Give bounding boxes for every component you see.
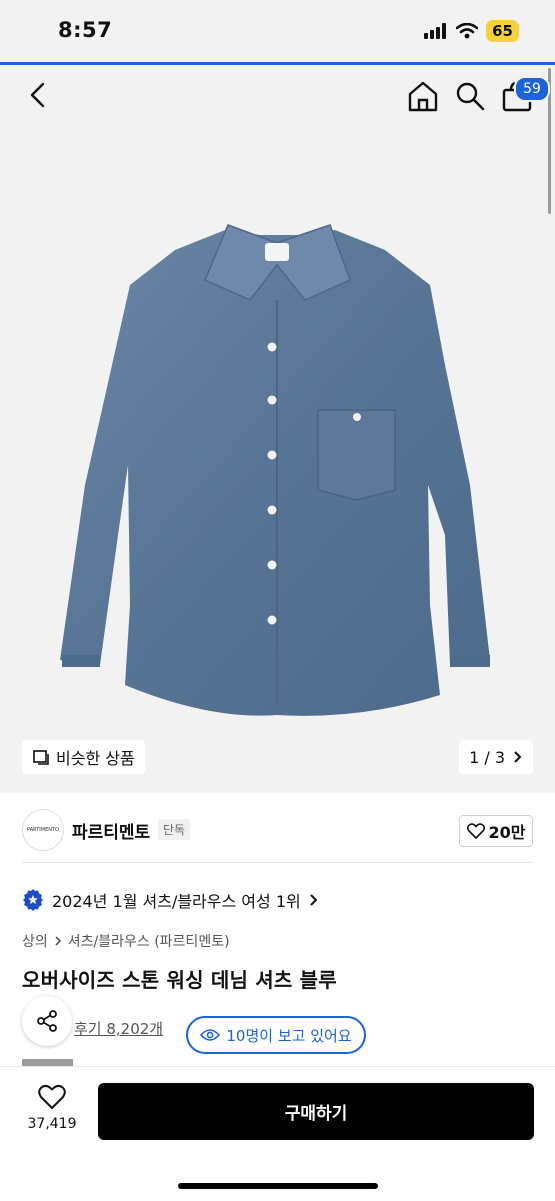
brand-logo[interactable]: PARTIMENTO xyxy=(22,809,64,851)
status-time: 8:57 xyxy=(58,18,113,42)
breadcrumb: 상의 셔츠/블라우스 (파르티멘토) xyxy=(22,931,230,951)
viewers-badge: 10명이 보고 있어요 xyxy=(186,1016,366,1054)
search-icon[interactable] xyxy=(454,80,486,112)
breadcrumb-item-top[interactable]: 상의 xyxy=(22,931,48,951)
status-indicators: 65 xyxy=(424,20,519,42)
wishlist-button[interactable]: 37,419 xyxy=(22,1084,82,1132)
product-image-denim-shirt[interactable] xyxy=(0,65,555,793)
battery-level: 65 xyxy=(486,20,519,42)
back-icon[interactable] xyxy=(24,80,54,110)
brand-like-button[interactable]: 20만 xyxy=(459,815,533,847)
ranking-text: 2024년 1월 셔츠/블라우스 여성 1위 xyxy=(52,892,301,911)
brand-name[interactable]: 파르티멘토 xyxy=(72,818,150,843)
ranking-link[interactable]: 2024년 1월 셔츠/블라우스 여성 1위 xyxy=(22,888,319,912)
product-title: 오버사이즈 스톤 워싱 데님 셔츠 블루 xyxy=(22,968,337,992)
cart-count-badge: 59 xyxy=(514,76,550,102)
signal-icon xyxy=(424,23,447,39)
chevron-right-icon xyxy=(310,894,318,906)
wishlist-count: 37,419 xyxy=(27,1116,77,1132)
heart-icon xyxy=(38,1084,66,1109)
review-link[interactable]: 후기 8,202개 xyxy=(74,1018,163,1039)
share-button[interactable] xyxy=(22,996,72,1046)
similar-icon xyxy=(33,750,49,765)
divider xyxy=(22,862,533,863)
status-bar: 8:57 65 xyxy=(0,0,555,62)
product-image-gallery[interactable] xyxy=(0,65,555,793)
buy-button[interactable]: 구매하기 xyxy=(98,1083,534,1140)
exclusive-badge: 단독 xyxy=(158,819,191,840)
chevron-right-icon xyxy=(514,751,522,763)
similar-products-button[interactable]: 비슷한 상품 xyxy=(22,740,145,774)
eye-icon xyxy=(200,1029,221,1041)
heart-icon xyxy=(466,823,485,839)
similar-products-label: 비슷한 상품 xyxy=(56,749,135,768)
breadcrumb-item-category[interactable]: 셔츠/블라우스 (파르티멘토) xyxy=(68,931,230,951)
image-page-indicator[interactable]: 1 / 3 xyxy=(459,740,533,774)
home-indicator xyxy=(178,1183,378,1189)
chevron-right-icon xyxy=(55,936,61,946)
brand-like-count: 20만 xyxy=(488,823,526,842)
rank-badge-icon xyxy=(23,889,43,911)
viewers-text: 10명이 보고 있어요 xyxy=(226,1026,352,1045)
share-icon xyxy=(37,1010,57,1032)
home-icon[interactable] xyxy=(406,80,440,112)
page-indicator-text: 1 / 3 xyxy=(469,747,505,767)
wifi-icon xyxy=(456,23,479,39)
